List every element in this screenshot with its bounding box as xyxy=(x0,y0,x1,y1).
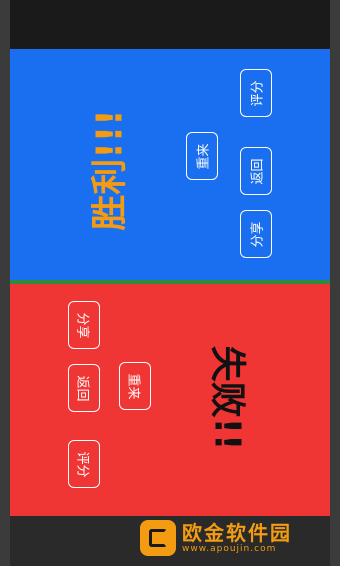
watermark-logo: 欧金软件园 www.apoujin.com xyxy=(140,520,292,556)
win-panel xyxy=(10,49,330,280)
lose-panel xyxy=(10,284,330,516)
win-title: 胜利!!! xyxy=(90,109,132,231)
watermark-url: www.apoujin.com xyxy=(182,543,277,554)
win-share-button[interactable]: 分享 xyxy=(240,210,272,258)
logo-icon xyxy=(140,520,176,556)
lose-share-button[interactable]: 分享 xyxy=(68,301,100,349)
win-restart-button[interactable]: 重来 xyxy=(186,132,218,180)
watermark-name: 欧金软件园 xyxy=(182,520,292,545)
lose-back-button[interactable]: 返回 xyxy=(68,364,100,412)
lose-restart-button[interactable]: 重来 xyxy=(119,362,151,410)
lose-rate-button[interactable]: 评分 xyxy=(68,440,100,488)
lose-title: 失败!! xyxy=(206,345,247,451)
win-rate-button[interactable]: 评分 xyxy=(240,69,272,117)
win-back-button[interactable]: 返回 xyxy=(240,147,272,195)
